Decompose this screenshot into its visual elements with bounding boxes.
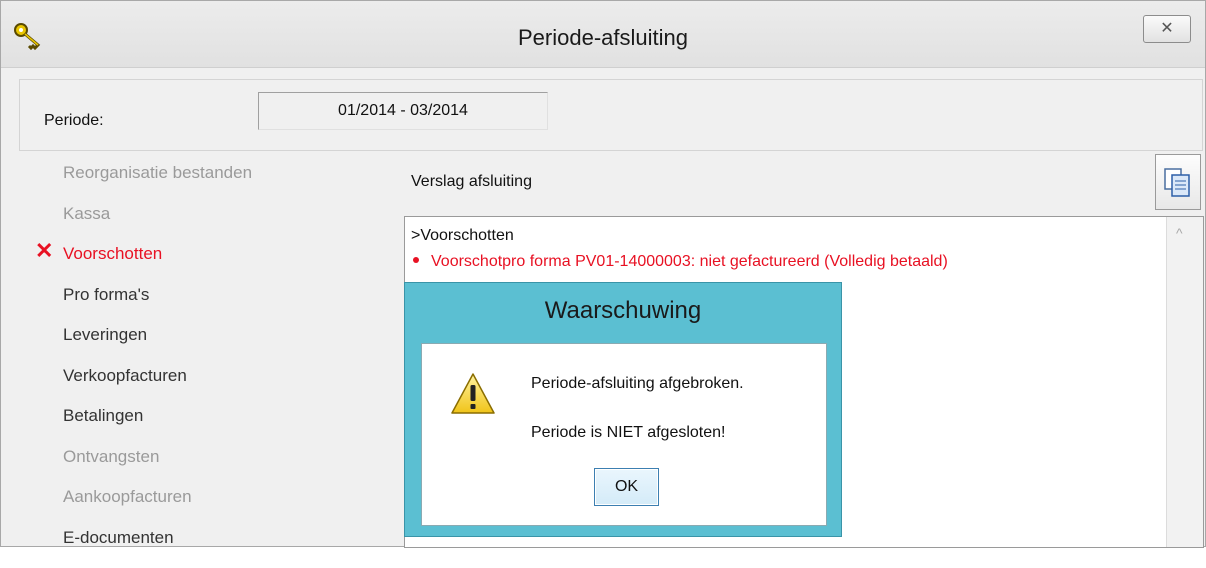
close-icon: ✕ — [1160, 20, 1173, 37]
close-button[interactable]: ✕ — [1143, 15, 1191, 43]
dialog-message-not-closed: Periode is NIET afgesloten! — [531, 424, 725, 442]
report-label: Verslag afsluiting — [411, 173, 532, 191]
step-label: Voorschotten — [63, 244, 162, 263]
period-value: 01/2014 - 03/2014 — [259, 102, 547, 120]
warning-icon — [450, 372, 496, 416]
step-label: Leveringen — [63, 325, 147, 344]
dialog-body: Periode-afsluiting afgebroken. Periode i… — [421, 343, 827, 526]
step-leveringen: Leveringen — [35, 325, 375, 366]
step-reorganisatie: Reorganisatie bestanden — [35, 163, 375, 204]
step-ontvangsten: Ontvangsten — [35, 447, 375, 488]
vertical-scrollbar[interactable]: ^ — [1166, 217, 1203, 547]
step-aankoopfacturen: Aankoopfacturen — [35, 487, 375, 528]
closing-steps-list: Reorganisatie bestanden Kassa ✕ Voorschot… — [35, 163, 375, 568]
step-e-documenten: E-documenten — [35, 528, 375, 568]
report-line-section: >Voorschotten — [411, 227, 514, 245]
ok-button[interactable]: OK — [594, 468, 659, 506]
copy-icon — [1156, 155, 1200, 209]
step-label: Aankoopfacturen — [63, 487, 192, 506]
dialog-title: Waarschuwing — [405, 297, 841, 325]
step-verkoopfacturen: Verkoopfacturen — [35, 366, 375, 407]
step-label: Verkoopfacturen — [63, 366, 187, 385]
scroll-up-icon[interactable]: ^ — [1176, 225, 1183, 241]
period-field: 01/2014 - 03/2014 — [258, 92, 548, 130]
step-betalingen: Betalingen — [35, 406, 375, 447]
step-label: Reorganisatie bestanden — [63, 163, 252, 182]
step-label: Kassa — [63, 204, 110, 223]
step-kassa: Kassa — [35, 204, 375, 245]
bullet-icon — [413, 257, 419, 263]
dialog-message-aborted: Periode-afsluiting afgebroken. — [531, 375, 744, 393]
period-group: Periode: 01/2014 - 03/2014 — [19, 79, 1203, 151]
title-bar: Periode-afsluiting ✕ — [1, 1, 1205, 68]
step-label: Ontvangsten — [63, 447, 159, 466]
period-label: Periode: — [44, 112, 104, 130]
warning-dialog: Waarschuwing Periode-afsluiting afgebrok… — [404, 282, 842, 537]
copy-report-button[interactable] — [1155, 154, 1201, 210]
step-label: Pro forma's — [63, 285, 149, 304]
error-x-icon: ✕ — [35, 241, 53, 261]
window-title: Periode-afsluiting — [1, 25, 1205, 51]
report-error-text: Voorschotpro forma PV01-14000003: niet g… — [431, 253, 948, 270]
step-voorschotten: ✕ Voorschotten — [35, 244, 375, 285]
step-label: E-documenten — [63, 528, 174, 547]
step-label: Betalingen — [63, 406, 143, 425]
step-pro-formas: Pro forma's — [35, 285, 375, 326]
report-line-error: Voorschotpro forma PV01-14000003: niet g… — [411, 253, 948, 271]
